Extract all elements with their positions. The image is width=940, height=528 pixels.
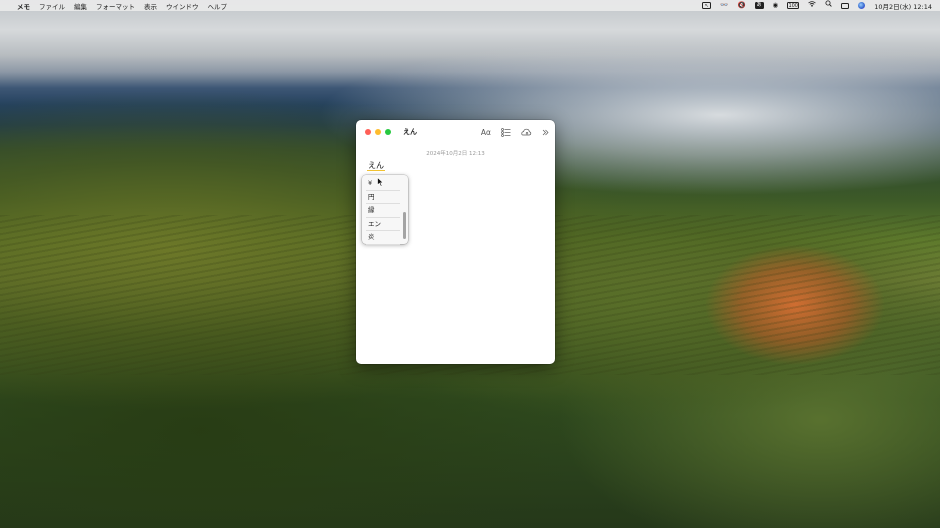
candidate-scrollbar[interactable] — [403, 212, 406, 239]
window-title: えん — [403, 128, 417, 136]
menu-help[interactable]: ヘルプ — [208, 1, 228, 11]
mouse-pointer-icon — [377, 177, 385, 187]
menu-view[interactable]: 表示 — [144, 1, 157, 11]
ime-composing-text[interactable]: えん — [367, 161, 385, 171]
menu-window[interactable]: ウインドウ — [166, 1, 199, 11]
pointer-status-icon[interactable]: ↖ — [702, 2, 712, 9]
close-window-button[interactable] — [365, 129, 371, 135]
control-center-icon[interactable] — [841, 2, 850, 9]
note-body-editor[interactable]: えん — [367, 160, 385, 171]
window-controls — [365, 129, 391, 135]
notes-toolbar: Aα — [481, 127, 549, 137]
candidate-item[interactable]: 円 — [362, 191, 408, 205]
candidate-item[interactable]: エン — [362, 218, 408, 232]
menubar-clock[interactable]: 10月2日(水) 12:14 — [874, 1, 932, 11]
siri-icon[interactable] — [858, 2, 866, 9]
menu-file[interactable]: ファイル — [39, 1, 65, 11]
menu-bar: メモ ファイル 編集 フォーマット 表示 ウインドウ ヘルプ ↖ 👓 🔇 あ ◉… — [0, 0, 940, 11]
candidate-item[interactable]: 炎 — [362, 231, 408, 245]
menu-format[interactable]: フォーマット — [96, 1, 135, 11]
glasses-status-icon[interactable]: 👓 — [720, 0, 728, 11]
candidate-item[interactable]: 縁 — [362, 204, 408, 218]
zoom-window-button[interactable] — [385, 129, 391, 135]
mute-status-icon[interactable]: 🔇 — [737, 0, 745, 11]
spotlight-search-icon[interactable] — [825, 0, 832, 11]
note-date: 2024年10月2日 12:13 — [426, 151, 485, 157]
candidate-item[interactable]: ¥ — [362, 177, 408, 191]
input-mode-indicator[interactable]: あ — [754, 2, 764, 9]
battery-status-icon[interactable]: 100 — [787, 2, 800, 9]
share-collaborate-icon[interactable] — [521, 127, 532, 137]
ime-candidate-window: ¥ 円 縁 エン 炎 — [362, 175, 408, 245]
format-text-button[interactable]: Aα — [481, 127, 491, 137]
menu-app-name[interactable]: メモ — [17, 1, 30, 11]
wifi-icon[interactable] — [808, 0, 816, 11]
window-titlebar[interactable]: えん Aα — [356, 120, 555, 144]
toolbar-overflow-chevron-icon[interactable] — [542, 127, 549, 137]
user-status-icon[interactable]: ◉ — [773, 0, 779, 11]
minimize-window-button[interactable] — [375, 129, 381, 135]
menu-edit[interactable]: 編集 — [74, 1, 87, 11]
checklist-icon[interactable] — [501, 127, 511, 137]
